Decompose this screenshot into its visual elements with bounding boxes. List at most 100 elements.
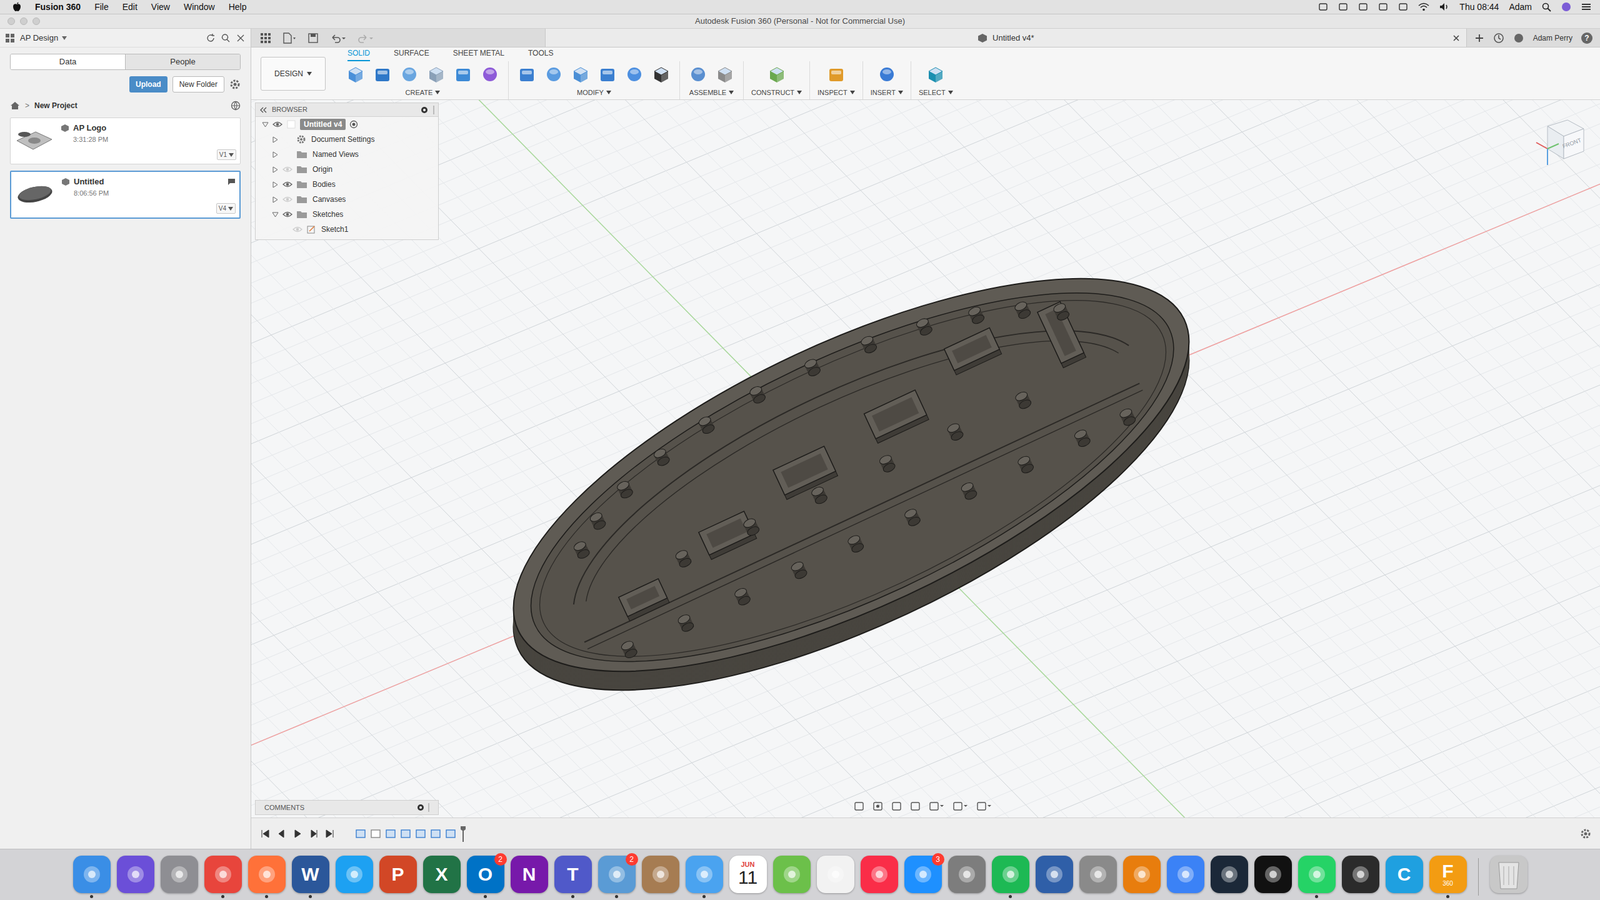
- tool-icon[interactable]: [687, 63, 709, 85]
- tool-icon[interactable]: [570, 63, 592, 85]
- user-account[interactable]: Adam Perry: [1533, 32, 1573, 44]
- user-menu[interactable]: Adam: [1508, 0, 1532, 14]
- settings-icon[interactable]: [229, 78, 241, 90]
- file-card[interactable]: AP Logo3:31:28 PMV1: [10, 117, 241, 165]
- apple-icon[interactable]: [12, 1, 22, 12]
- pin-icon[interactable]: [420, 106, 429, 114]
- window-control[interactable]: [32, 17, 40, 25]
- menu-item[interactable]: File: [94, 0, 109, 14]
- nav-tool-icon[interactable]: [928, 800, 945, 812]
- tool-icon[interactable]: [345, 63, 367, 85]
- dock-item[interactable]: JUN11: [729, 855, 767, 899]
- tool-icon[interactable]: [925, 63, 947, 85]
- new-tab-icon[interactable]: [1474, 33, 1485, 44]
- expand-icon[interactable]: [271, 151, 279, 159]
- dock-item[interactable]: [335, 855, 374, 899]
- browser-node[interactable]: Canvases: [255, 191, 439, 207]
- dock-item[interactable]: F360: [1429, 855, 1467, 899]
- timeline-control-icon[interactable]: [325, 828, 335, 839]
- dock-item[interactable]: [1166, 855, 1205, 899]
- save-icon[interactable]: [307, 32, 319, 44]
- timeline-settings-icon[interactable]: [1580, 828, 1592, 840]
- nav-tool-icon[interactable]: [976, 800, 993, 812]
- grid-and-model[interactable]: [251, 100, 1600, 818]
- tool-icon[interactable]: [766, 63, 788, 85]
- close-icon[interactable]: [235, 33, 246, 44]
- tool-group-label[interactable]: ASSEMBLE: [689, 87, 734, 99]
- browser-node-label[interactable]: Canvases: [311, 193, 347, 205]
- menu-item[interactable]: Edit: [122, 0, 138, 14]
- dock-item[interactable]: [116, 855, 155, 899]
- browser-node[interactable]: Document Settings: [255, 131, 439, 147]
- expand-icon[interactable]: [271, 211, 279, 219]
- tool-icon[interactable]: [371, 63, 394, 85]
- browser-node-label[interactable]: Named Views: [311, 148, 360, 160]
- status-icon[interactable]: [1398, 2, 1409, 12]
- nav-tool-icon[interactable]: [853, 800, 865, 812]
- tool-icon[interactable]: [398, 63, 420, 85]
- file-card[interactable]: Untitled8:06:56 PMV4: [10, 170, 241, 219]
- version-selector[interactable]: V1: [216, 149, 237, 160]
- menu-item[interactable]: View: [151, 0, 170, 14]
- visibility-eye-icon[interactable]: [292, 225, 303, 234]
- browser-node-label[interactable]: Origin: [311, 163, 334, 175]
- dock-item[interactable]: [948, 855, 986, 899]
- data-tab[interactable]: Data: [10, 54, 125, 70]
- globe-icon[interactable]: [230, 100, 241, 111]
- browser-node-label[interactable]: Document Settings: [310, 133, 376, 145]
- dock-item[interactable]: C: [1385, 855, 1424, 899]
- status-icon[interactable]: [1318, 2, 1329, 12]
- dock-item[interactable]: N: [510, 855, 549, 899]
- dock-item[interactable]: W: [291, 855, 330, 899]
- timeline-control-icon[interactable]: [292, 828, 303, 839]
- timeline-marker-icon[interactable]: [460, 825, 467, 842]
- dock-item[interactable]: [1254, 855, 1292, 899]
- visibility-eye-icon[interactable]: [272, 120, 283, 129]
- home-icon[interactable]: [10, 101, 20, 110]
- dock-item[interactable]: [816, 855, 855, 899]
- dock-item[interactable]: [1210, 855, 1249, 899]
- dock-item[interactable]: [1341, 855, 1380, 899]
- ribbon-tab[interactable]: SOLID: [347, 47, 370, 62]
- dock-item[interactable]: [160, 855, 199, 899]
- dock-item[interactable]: 3: [904, 855, 942, 899]
- data-panel-icon[interactable]: [260, 32, 272, 44]
- dock-item[interactable]: [1298, 855, 1336, 899]
- browser-node-label[interactable]: Untitled v4: [300, 118, 346, 130]
- expand-icon[interactable]: [271, 181, 279, 189]
- tool-group-label[interactable]: CREATE: [405, 87, 441, 99]
- volume-icon[interactable]: [1439, 2, 1450, 12]
- window-control[interactable]: [20, 17, 28, 25]
- timeline-feature-icon[interactable]: [445, 828, 457, 840]
- tool-icon[interactable]: [425, 63, 447, 85]
- tool-icon[interactable]: [825, 63, 847, 85]
- browser-node-label[interactable]: Sketches: [311, 208, 345, 220]
- dock-item[interactable]: [685, 855, 724, 899]
- nav-tool-icon[interactable]: [952, 800, 969, 812]
- tool-icon[interactable]: [596, 63, 619, 85]
- tool-icon[interactable]: [543, 63, 565, 85]
- timeline-feature-icon[interactable]: [400, 828, 412, 840]
- upload-button[interactable]: Upload: [129, 76, 168, 93]
- browser-node[interactable]: Named Views: [255, 146, 439, 162]
- dock-item[interactable]: [1035, 855, 1074, 899]
- siri-icon[interactable]: [1561, 1, 1572, 12]
- visibility-eye-icon[interactable]: [282, 210, 293, 219]
- app-menu[interactable]: Fusion 360: [35, 0, 81, 14]
- tool-icon[interactable]: [452, 63, 474, 85]
- dock-item[interactable]: [73, 855, 111, 899]
- flag-icon[interactable]: [226, 178, 236, 186]
- dock-item[interactable]: P: [379, 855, 417, 899]
- timeline-control-icon[interactable]: [276, 828, 287, 839]
- nav-tool-icon[interactable]: [872, 800, 884, 812]
- expand-icon[interactable]: [271, 196, 279, 204]
- help-button[interactable]: ?: [1581, 32, 1593, 44]
- collapse-icon[interactable]: [259, 106, 267, 114]
- tool-icon[interactable]: [876, 63, 898, 85]
- dock-item[interactable]: [204, 855, 242, 899]
- breadcrumb-item[interactable]: New Project: [34, 100, 78, 112]
- notifications-icon[interactable]: [1513, 32, 1525, 44]
- menu-item[interactable]: Help: [228, 0, 247, 14]
- dock-item[interactable]: [860, 855, 899, 899]
- search-icon[interactable]: [220, 33, 231, 44]
